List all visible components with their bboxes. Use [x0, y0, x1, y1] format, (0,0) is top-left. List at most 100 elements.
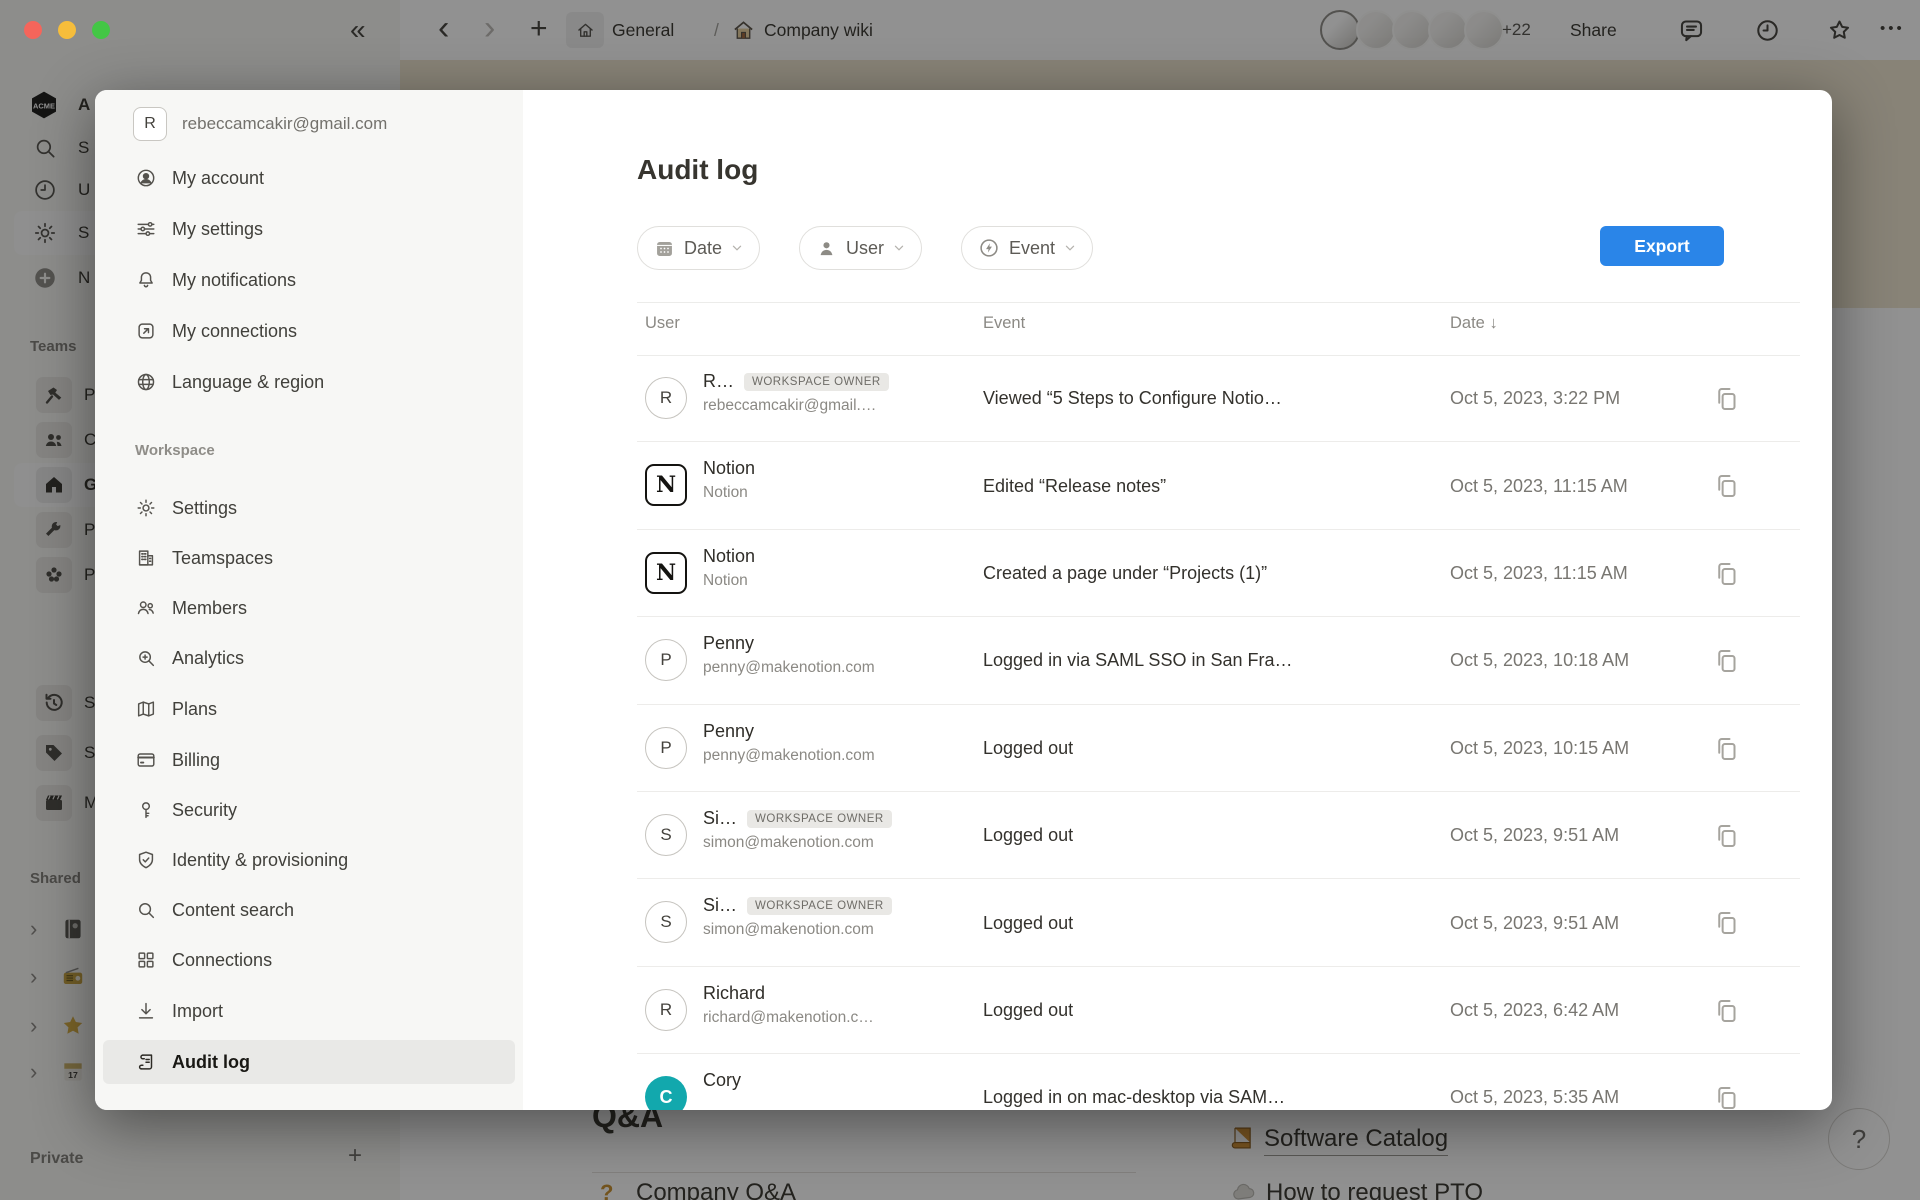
bell-icon [135, 269, 157, 291]
copy-icon-button[interactable] [1712, 384, 1742, 414]
copy-icon-button[interactable] [1712, 559, 1742, 589]
row-event: Logged out [983, 879, 1073, 966]
copy-icon-button[interactable] [1712, 471, 1742, 501]
copy-icon[interactable] [1712, 908, 1742, 938]
row-user-cell: NotionNotion [703, 458, 973, 502]
copy-icon[interactable] [1712, 996, 1742, 1026]
nav-label: My account [172, 168, 264, 189]
row-avatar: P [645, 727, 687, 769]
row-date: Oct 5, 2023, 10:15 AM [1450, 705, 1629, 792]
table-row[interactable]: P Pennypenny@makenotion.comLogged out Oct … [637, 705, 1800, 792]
nav-item-my-notifications[interactable]: My notifications [103, 258, 515, 302]
search-plus-icon [135, 647, 157, 669]
row-date: Oct 5, 2023, 11:15 AM [1450, 442, 1628, 529]
row-date: Oct 5, 2023, 5:35 AM [1450, 1054, 1619, 1110]
nav-item-analytics[interactable]: Analytics [103, 636, 515, 680]
row-event: Logged out [983, 705, 1073, 792]
row-date: Oct 5, 2023, 9:51 AM [1450, 792, 1619, 879]
zoom-window-button[interactable] [92, 21, 110, 39]
nav-item-my-settings[interactable]: My settings [103, 207, 515, 251]
row-user-cell: Cory [703, 1070, 973, 1091]
nav-label: My settings [172, 219, 263, 240]
row-avatar: R [645, 989, 687, 1031]
copy-icon[interactable] [1712, 471, 1742, 501]
row-date: Oct 5, 2023, 6:42 AM [1450, 967, 1619, 1054]
copy-icon[interactable] [1712, 734, 1742, 764]
nav-label: Security [172, 800, 237, 821]
sliders-icon [135, 218, 157, 240]
row-date: Oct 5, 2023, 11:15 AM [1450, 530, 1628, 617]
row-user-name: Si… [703, 808, 737, 829]
settings-modal: R rebeccamcakir@gmail.com My account My … [95, 90, 1832, 1110]
copy-icon[interactable] [1712, 559, 1742, 589]
nav-item-import[interactable]: Import [103, 989, 515, 1033]
globe-icon [135, 371, 157, 393]
row-user-cell: Richardrichard@makenotion.c… [703, 983, 973, 1027]
nav-item-security[interactable]: Security [103, 788, 515, 832]
copy-icon-button[interactable] [1712, 996, 1742, 1026]
copy-icon[interactable] [1712, 1083, 1742, 1110]
members-icon [135, 597, 157, 619]
row-user-cell: R…WORKSPACE OWNERrebeccamcakir@gmail.… [703, 371, 973, 415]
audit-log-table: RR…WORKSPACE OWNERrebeccamcakir@gmail.…V… [637, 90, 1800, 1110]
grid-icon [135, 949, 157, 971]
row-user-cell: NotionNotion [703, 546, 973, 590]
workspace-owner-badge: WORKSPACE OWNER [744, 373, 889, 391]
nav-item-language-region[interactable]: Language & region [103, 360, 515, 404]
copy-icon-button[interactable] [1712, 821, 1742, 851]
row-user-cell: Si…WORKSPACE OWNERsimon@makenotion.com [703, 808, 973, 852]
nav-item-teamspaces[interactable]: Teamspaces [103, 536, 515, 580]
table-row[interactable]: SSi…WORKSPACE OWNERsimon@makenotion.comL… [637, 879, 1800, 966]
minimize-window-button[interactable] [58, 21, 76, 39]
user-circle-icon [135, 167, 157, 189]
copy-icon-button[interactable] [1712, 908, 1742, 938]
row-user-name: R… [703, 371, 734, 392]
table-row[interactable]: RR…WORKSPACE OWNERrebeccamcakir@gmail.…V… [637, 355, 1800, 442]
nav-item-content-search[interactable]: Content search [103, 888, 515, 932]
nav-label: My notifications [172, 270, 296, 291]
shield-check-icon [135, 849, 157, 871]
nav-item-billing[interactable]: Billing [103, 738, 515, 782]
row-user-cell: Si…WORKSPACE OWNERsimon@makenotion.com [703, 895, 973, 939]
nav-item-my-connections[interactable]: My connections [103, 309, 515, 353]
table-row[interactable]: SSi…WORKSPACE OWNERsimon@makenotion.comL… [637, 792, 1800, 879]
row-event: Logged out [983, 792, 1073, 879]
nav-label: Language & region [172, 372, 324, 393]
copy-icon-button[interactable] [1712, 734, 1742, 764]
copy-icon-button[interactable] [1712, 646, 1742, 676]
nav-item-my-account[interactable]: My account [103, 156, 515, 200]
workspace-owner-badge: WORKSPACE OWNER [747, 810, 892, 828]
close-window-button[interactable] [24, 21, 42, 39]
nav-label: Audit log [172, 1052, 250, 1073]
row-user-name: Notion [703, 458, 755, 479]
table-row[interactable]: NNotionNotionCreated a page under “Proje… [637, 530, 1800, 617]
table-row[interactable]: RRichardrichard@makenotion.c…Logged outO… [637, 967, 1800, 1054]
nav-item-connections[interactable]: Connections [103, 938, 515, 982]
row-date: Oct 5, 2023, 3:22 PM [1450, 355, 1620, 442]
table-row[interactable]: CCoryLogged in on mac-desktop via SAM…Oc… [637, 1054, 1800, 1110]
nav-item-audit-log[interactable]: Audit log [103, 1040, 515, 1084]
settings-nav: R rebeccamcakir@gmail.com My account My … [95, 90, 523, 1110]
nav-item-plans[interactable]: Plans [103, 687, 515, 731]
row-user-email: simon@makenotion.com [703, 921, 973, 939]
copy-icon[interactable] [1712, 646, 1742, 676]
row-date: Oct 5, 2023, 9:51 AM [1450, 879, 1619, 966]
account-row[interactable]: R rebeccamcakir@gmail.com [103, 102, 515, 146]
nav-item-members[interactable]: Members [103, 586, 515, 630]
scroll-icon [135, 1051, 157, 1073]
map-icon [135, 698, 157, 720]
nav-label: My connections [172, 321, 297, 342]
table-row[interactable]: PPennypenny@makenotion.comLogged in via … [637, 617, 1800, 704]
copy-icon[interactable] [1712, 821, 1742, 851]
row-user-cell: Pennypenny@makenotion.com [703, 721, 973, 765]
external-link-icon [135, 320, 157, 342]
nav-item-identity-provisioning[interactable]: Identity & provisioning [103, 838, 515, 882]
table-row[interactable]: NNotionNotionEdited “Release notes”Oct 5… [637, 442, 1800, 529]
row-event: Logged in via SAML SSO in San Fra… [983, 617, 1293, 704]
nav-item-settings[interactable]: Settings [103, 486, 515, 530]
audit-log-panel: Audit log Date User Event Export User Ev… [523, 90, 1832, 1110]
copy-icon[interactable] [1712, 384, 1742, 414]
import-icon [135, 1000, 157, 1022]
account-avatar: R [133, 107, 167, 141]
copy-icon-button[interactable] [1712, 1083, 1742, 1110]
